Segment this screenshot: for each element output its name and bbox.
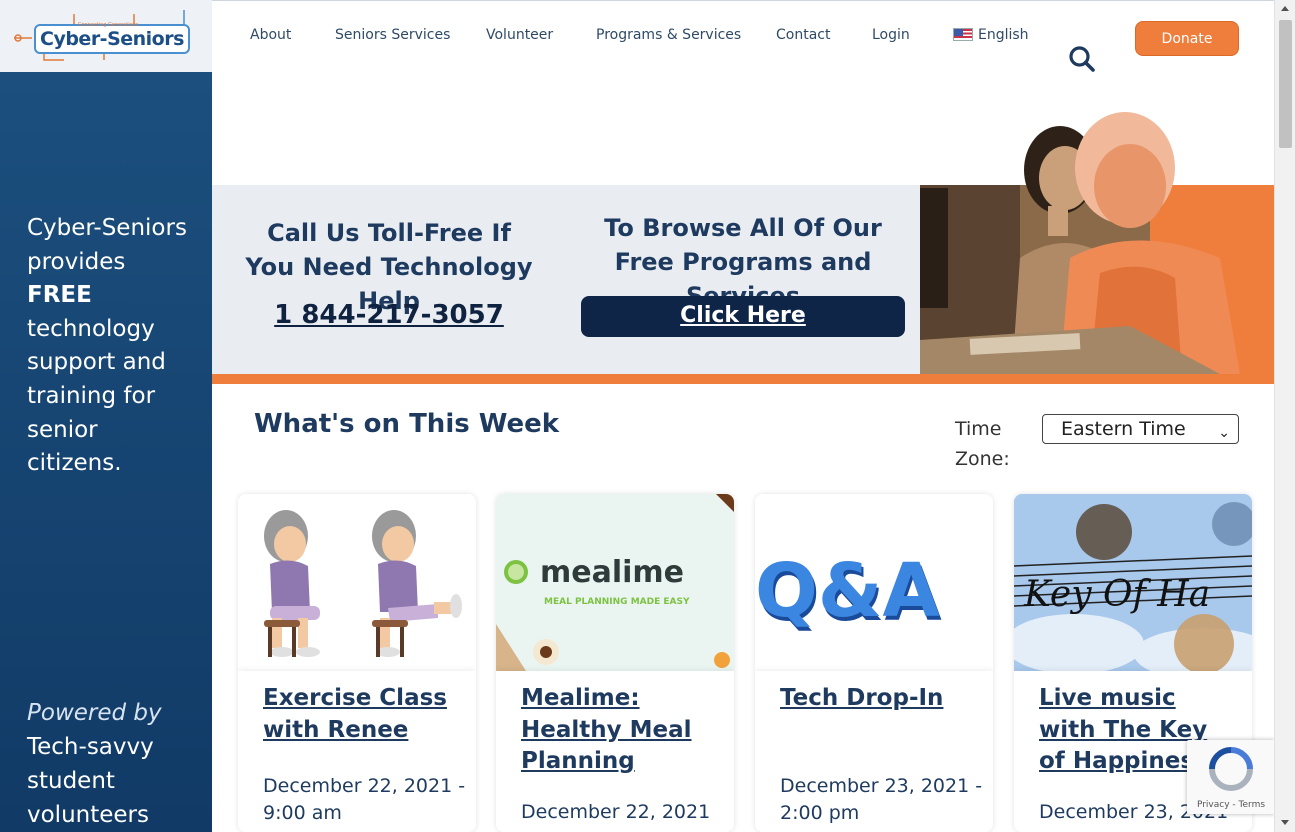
nav-seniors-services[interactable]: Seniors Services [335,27,450,43]
event-date: December 22, 2021 [521,801,711,823]
chevron-down-icon: ⌄ [1218,425,1230,441]
language-selector[interactable]: English [953,27,1029,43]
event-card-body: Mealime: Healthy Meal Planning December … [496,671,734,832]
time-zone-label: Time Zone: [955,418,1010,470]
event-card[interactable]: mealime MEAL PLANNING MADE EASY Mealime:… [496,494,734,832]
recaptcha-privacy-link[interactable]: Privacy [1197,800,1230,810]
key-of-happiness-script: Key Of Ha [1023,574,1210,615]
nav-volunteer[interactable]: Volunteer [486,27,553,43]
phone-number-link[interactable]: 1 844-217-3057 [240,300,538,330]
scroll-up-arrow-icon[interactable] [1281,6,1289,11]
scrollbar-thumb[interactable] [1279,20,1292,148]
event-image-key-of-happiness: Key Of Ha [1014,494,1252,671]
nav-about[interactable]: About [250,27,291,43]
us-flag-icon [953,28,973,41]
time-zone-select[interactable]: Eastern Time ⌄ [1042,414,1239,444]
powered-by-label: Powered by [27,700,162,726]
recaptcha-icon [1209,747,1253,791]
sidebar-powered-by: Powered by Tech-savvy student volunteers [27,696,197,832]
nav-contact[interactable]: Contact [776,27,830,43]
event-image-qa: Q&A Q&A [755,494,993,671]
section-heading: What's on This Week [254,409,560,439]
search-icon[interactable] [1068,45,1096,73]
recaptcha-links: Privacy - Terms [1196,800,1266,810]
sidebar: Cyber-Seniors provides FREE technology s… [0,72,212,832]
event-card-body: Tech Drop-In December 23, 2021 - 2:00 pm [755,671,993,832]
event-date: December 22, 2021 - 9:00 am [263,775,466,824]
event-card[interactable]: Q&A Q&A Tech Drop-In December 23, 2021 -… [755,494,993,832]
powered-by-text: Tech-savvy student volunteers [27,734,154,828]
time-zone-value: Eastern Time [1061,418,1186,440]
nav-programs-services[interactable]: Programs & Services [596,27,741,43]
scroll-down-arrow-icon[interactable] [1281,820,1289,825]
hero-orange-divider [212,374,1274,384]
event-date: December 23, 2021 - 2:00 pm [780,775,983,824]
event-card[interactable]: Exercise Class with Renee December 22, 2… [238,494,476,832]
event-image-exercise [238,494,476,671]
sidebar-text-start: Cyber-Seniors provides [27,215,187,275]
top-navigation: About Seniors Services Volunteer Program… [212,0,1274,72]
event-title-link[interactable]: Exercise Class with Renee [263,683,463,746]
logo-tagline: Connecting Generations [78,22,139,28]
event-image-mealime: mealime MEAL PLANNING MADE EASY [496,494,734,671]
event-title-link[interactable]: Tech Drop-In [780,683,980,715]
mealime-tagline: MEAL PLANNING MADE EASY [544,597,690,607]
recaptcha-terms-link[interactable]: Terms [1239,800,1266,810]
page-scrollbar[interactable] [1274,0,1295,832]
hero-photo-senior-with-volunteer [920,112,1274,374]
sidebar-text-free: FREE [27,282,92,309]
recaptcha-badge[interactable]: Privacy - Terms [1187,740,1275,814]
language-label: English [978,27,1029,43]
event-card-body: Exercise Class with Renee December 22, 2… [238,671,476,832]
nav-login[interactable]: Login [872,27,910,43]
qa-text: Q&A [755,548,940,634]
sidebar-text-end: technology support and training for seni… [27,315,166,477]
donate-button[interactable]: Donate [1135,21,1239,56]
logo-wordmark: Cyber-Seniors [34,24,190,54]
sidebar-mission-text: Cyber-Seniors provides FREE technology s… [27,212,197,481]
click-here-button[interactable]: Click Here [581,296,905,337]
mealime-wordmark: mealime [540,555,684,590]
event-title-link[interactable]: Mealime: Healthy Meal Planning [521,683,721,778]
logo-area[interactable]: Cyber-Seniors Connecting Generations [0,0,212,72]
